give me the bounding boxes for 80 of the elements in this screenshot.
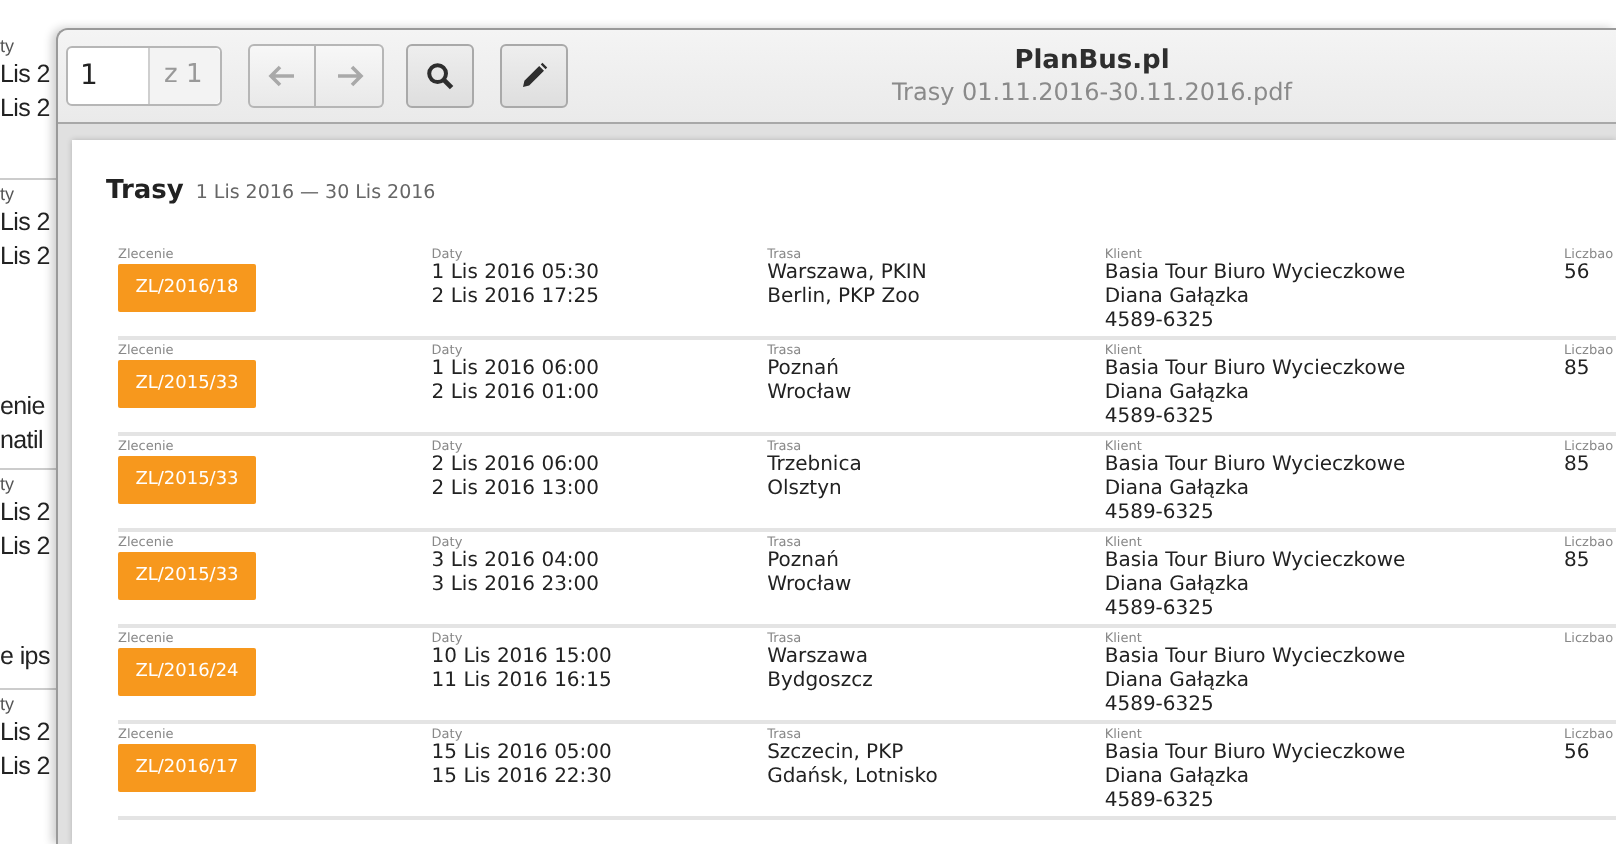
client-text: Diana Gałązka <box>1104 574 1251 598</box>
order-tag[interactable]: ZL/2016/18 <box>118 264 256 312</box>
client-text: Diana Gałązka <box>1104 478 1251 502</box>
client-text: 4589-6325 <box>1104 694 1216 718</box>
route-stop: Wrocław <box>767 382 854 406</box>
route-stop: Warszawa, PKIN <box>767 262 929 286</box>
order-tag[interactable]: ZL/2016/24 <box>118 648 256 696</box>
date-text: 1 Lis 2016 06:00 <box>431 358 602 382</box>
client-text: 4589-6325 <box>1104 406 1216 430</box>
count-text: 85 <box>1564 454 1592 478</box>
route-stop: Poznań <box>767 550 841 574</box>
pencil-icon <box>520 62 548 90</box>
client-text: Basia Tour Biuro Wycieczkowe <box>1104 262 1408 286</box>
order-tag[interactable]: ZL/2016/17 <box>118 744 256 792</box>
client-text: Diana Gałązka <box>1104 670 1251 694</box>
date-text: 2 Lis 2016 01:00 <box>431 382 602 406</box>
window-title: PlanBus.pl <box>1012 46 1172 76</box>
document-text: Lis 2 <box>0 206 50 240</box>
client-text: Basia Tour Biuro Wycieczkowe <box>1104 550 1408 574</box>
client-text: Basia Tour Biuro Wycieczkowe <box>1104 646 1408 670</box>
date-text: 2 Lis 2016 13:00 <box>431 478 602 502</box>
route-stop: Warszawa <box>767 646 870 670</box>
document-text: Lis 2 <box>0 92 50 126</box>
count-text: 85 <box>1564 358 1592 382</box>
search-icon <box>426 62 454 90</box>
order-tag[interactable]: ZL/2015/33 <box>118 456 256 504</box>
date-text: 2 Lis 2016 17:25 <box>431 286 602 310</box>
route-stop: Gdańsk, Lotnisko <box>767 766 940 790</box>
file-name: Trasy 01.11.2016-30.11.2016.pdf <box>889 78 1295 106</box>
route-stop: Trzebnica <box>767 454 864 478</box>
document-text: Lis 2 <box>0 58 50 92</box>
document-text: natil <box>0 424 43 458</box>
client-text: 4589-6325 <box>1104 790 1216 814</box>
order-tag[interactable]: ZL/2015/33 <box>118 360 256 408</box>
client-text: Basia Tour Biuro Wycieczkowe <box>1104 454 1408 478</box>
route-stop: Poznań <box>767 358 841 382</box>
field-label: ty <box>0 36 15 58</box>
route-stop: Olsztyn <box>767 478 844 502</box>
date-text: 10 Lis 2016 15:00 <box>431 646 614 670</box>
order-tag[interactable]: ZL/2015/33 <box>118 552 256 600</box>
route-stop: Berlin, PKP Zoo <box>767 286 922 310</box>
route-stop: Bydgoszcz <box>767 670 875 694</box>
date-text: 15 Lis 2016 05:00 <box>431 742 614 766</box>
left-arrow-icon <box>268 64 296 88</box>
document-text: Lis 2 <box>0 716 50 750</box>
client-text: 4589-6325 <box>1104 598 1216 622</box>
page-count: z 1 <box>148 48 220 104</box>
date-range: 1 Lis 2016 — 30 Lis 2016 <box>195 182 436 204</box>
document-text: Lis 2 <box>0 750 50 784</box>
client-text: Basia Tour Biuro Wycieczkowe <box>1104 358 1408 382</box>
date-text: 3 Lis 2016 04:00 <box>431 550 602 574</box>
client-text: 4589-6325 <box>1104 310 1216 334</box>
edit-button[interactable] <box>500 44 568 108</box>
document-text: Lis 2 <box>0 496 50 530</box>
count-text: 85 <box>1564 550 1592 574</box>
date-text: 2 Lis 2016 06:00 <box>431 454 602 478</box>
client-text: Diana Gałązka <box>1104 286 1251 310</box>
client-text: Diana Gałązka <box>1104 766 1251 790</box>
count-text: 56 <box>1564 262 1592 286</box>
document-text: enie <box>0 390 45 424</box>
client-text: Diana Gałązka <box>1104 382 1251 406</box>
search-button[interactable] <box>406 44 474 108</box>
client-text: Basia Tour Biuro Wycieczkowe <box>1104 742 1408 766</box>
document-text: Lis 2 <box>0 240 50 274</box>
date-text: 11 Lis 2016 16:15 <box>431 670 614 694</box>
field-label: ty <box>0 474 15 496</box>
date-text: 15 Lis 2016 22:30 <box>431 766 614 790</box>
document-title: Trasy <box>106 176 184 206</box>
route-stop: Wrocław <box>767 574 854 598</box>
right-arrow-icon <box>335 64 363 88</box>
date-text: 1 Lis 2016 05:30 <box>431 262 602 286</box>
client-text: 4589-6325 <box>1104 502 1216 526</box>
count-text: 56 <box>1564 742 1592 766</box>
document-text: Lis 2 <box>0 530 50 564</box>
date-text: 3 Lis 2016 23:00 <box>431 574 602 598</box>
field-label: ty <box>0 694 15 716</box>
document-text: e ips <box>0 640 50 674</box>
route-stop: Szczecin, PKP <box>767 742 906 766</box>
page-number-field[interactable]: 1 z 1 <box>66 46 222 106</box>
field-label: ty <box>0 184 15 206</box>
